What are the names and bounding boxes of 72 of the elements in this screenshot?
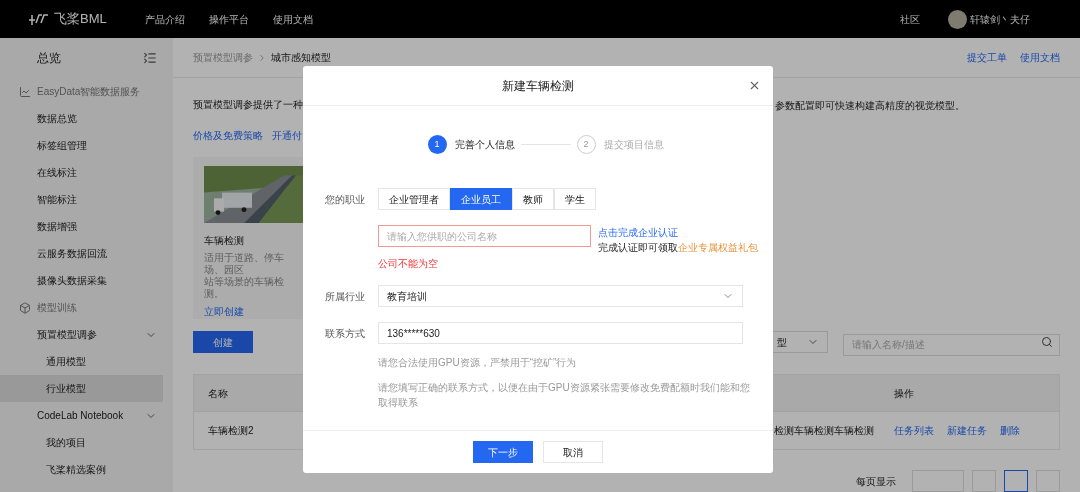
logo-icon — [28, 12, 50, 26]
certify-link[interactable]: 点击完成企业认证 — [598, 225, 678, 240]
step-label: 提交项目信息 — [603, 138, 664, 152]
header-link[interactable]: 使用文档 — [1020, 50, 1060, 65]
row-action-link[interactable]: 删除 — [1000, 423, 1020, 438]
company-field[interactable]: 请输入您供职的公司名称 — [378, 225, 591, 247]
modal-title: 新建车辆检测 — [502, 77, 574, 95]
sidebar-item[interactable]: 数据增强 — [0, 213, 163, 240]
page-size-label: 每页显示 — [856, 474, 896, 489]
field-label: 联系方式 — [324, 326, 365, 341]
nav-link[interactable]: 操作平台 — [208, 11, 249, 27]
note-text: 请您填写正确的联系方式，以便在由于GPU资源紧张需要修改免费配额时我们能和您取得联系 — [378, 381, 751, 410]
error-message: 公司不能为空 — [378, 257, 439, 271]
nav-link[interactable]: 社区 — [900, 11, 920, 27]
profession-option[interactable]: 教师 — [512, 188, 554, 210]
create-link[interactable]: 立即创建 — [204, 304, 244, 319]
sidebar-item[interactable]: 我的项目 — [0, 429, 163, 456]
step-label: 完善个人信息 — [454, 138, 515, 152]
profession-option[interactable]: 企业管理者 — [378, 188, 450, 210]
sidebar-item[interactable]: 数据总览 — [0, 105, 163, 132]
table-cell: 车辆检测2 — [208, 425, 254, 436]
avatar[interactable] — [948, 9, 967, 29]
column-header: 操作 — [894, 387, 914, 399]
nav-link[interactable]: 产品介绍 — [144, 11, 185, 27]
profession-option[interactable]: 学生 — [554, 188, 596, 210]
sidebar-item[interactable]: 智能标注 — [0, 186, 163, 213]
sidebar-item[interactable]: 飞桨精选案例 — [0, 456, 163, 483]
sidebar-item[interactable]: 预置模型调参 — [0, 321, 163, 348]
header-link[interactable]: 提交工单 — [967, 50, 1007, 65]
info-link[interactable]: 开通付 — [272, 128, 302, 143]
info-link[interactable]: 价格及免费策略 — [193, 128, 263, 143]
card-description: 站等场景的车辆检测。 — [204, 276, 285, 300]
description-text: 预置模型调参提供了一种 — [193, 99, 303, 110]
nav-link[interactable]: 使用文档 — [272, 11, 313, 27]
column-header: 名称 — [208, 387, 228, 399]
profession-option[interactable]: 企业员工 — [450, 188, 512, 210]
sidebar-item[interactable]: 标签组管理 — [0, 132, 163, 159]
step-number: 1 — [427, 135, 447, 154]
breadcrumb-current: 城市感知模型 — [271, 51, 331, 65]
description-text: 参数配置即可快速构建高精度的视觉模型。 — [775, 99, 965, 113]
sidebar-item[interactable]: 云服务数据回流 — [0, 240, 163, 267]
chart-icon — [19, 85, 31, 98]
field-label: 所属行业 — [324, 289, 365, 304]
industry-select[interactable]: 教育培训 — [378, 285, 743, 307]
cancel-button[interactable]: 取消 — [543, 441, 603, 463]
field-label: 您的职业 — [324, 192, 365, 207]
user-name[interactable]: 轩辕剑丶夫仔 — [970, 11, 1030, 27]
sidebar-group: EasyData智能数据服务 — [37, 84, 141, 99]
create-button[interactable]: 创建 — [193, 331, 253, 353]
cube-icon — [19, 301, 31, 314]
note-text: 请您合法使用GPU资源，严禁用于“挖矿”行为 — [378, 356, 578, 370]
page-button[interactable] — [1004, 470, 1028, 492]
search-icon[interactable] — [1041, 336, 1053, 348]
chevron-right-icon — [257, 52, 267, 63]
contact-field[interactable]: 136*****630 — [378, 322, 743, 344]
card-title: 车辆检测 — [204, 234, 244, 248]
collapse-icon[interactable] — [143, 51, 157, 65]
sidebar-item[interactable]: 摄像头数据采集 — [0, 267, 163, 294]
table-cell: 检测车辆检测车辆检测 — [774, 425, 874, 436]
row-action-link[interactable]: 新建任务 — [947, 423, 987, 438]
card-description: 适用于道路、停车场、园区 — [204, 252, 285, 276]
sidebar-title: 总览 — [37, 50, 62, 67]
sidebar-item[interactable]: 通用模型 — [0, 348, 163, 375]
logo-text[interactable]: 飞桨BML — [54, 9, 107, 29]
next-button[interactable]: 下一步 — [473, 441, 533, 463]
close-icon[interactable] — [748, 79, 761, 92]
certify-note: 完成认证即可领取企业专属权益礼包 — [598, 241, 758, 255]
sidebar-item[interactable]: CodeLab Notebook — [0, 402, 163, 429]
sidebar-group: 模型训练 — [37, 300, 77, 315]
sidebar-item[interactable]: 行业模型 — [0, 375, 163, 402]
row-action-link[interactable]: 任务列表 — [894, 423, 934, 438]
sidebar-item[interactable]: 在线标注 — [0, 159, 163, 186]
